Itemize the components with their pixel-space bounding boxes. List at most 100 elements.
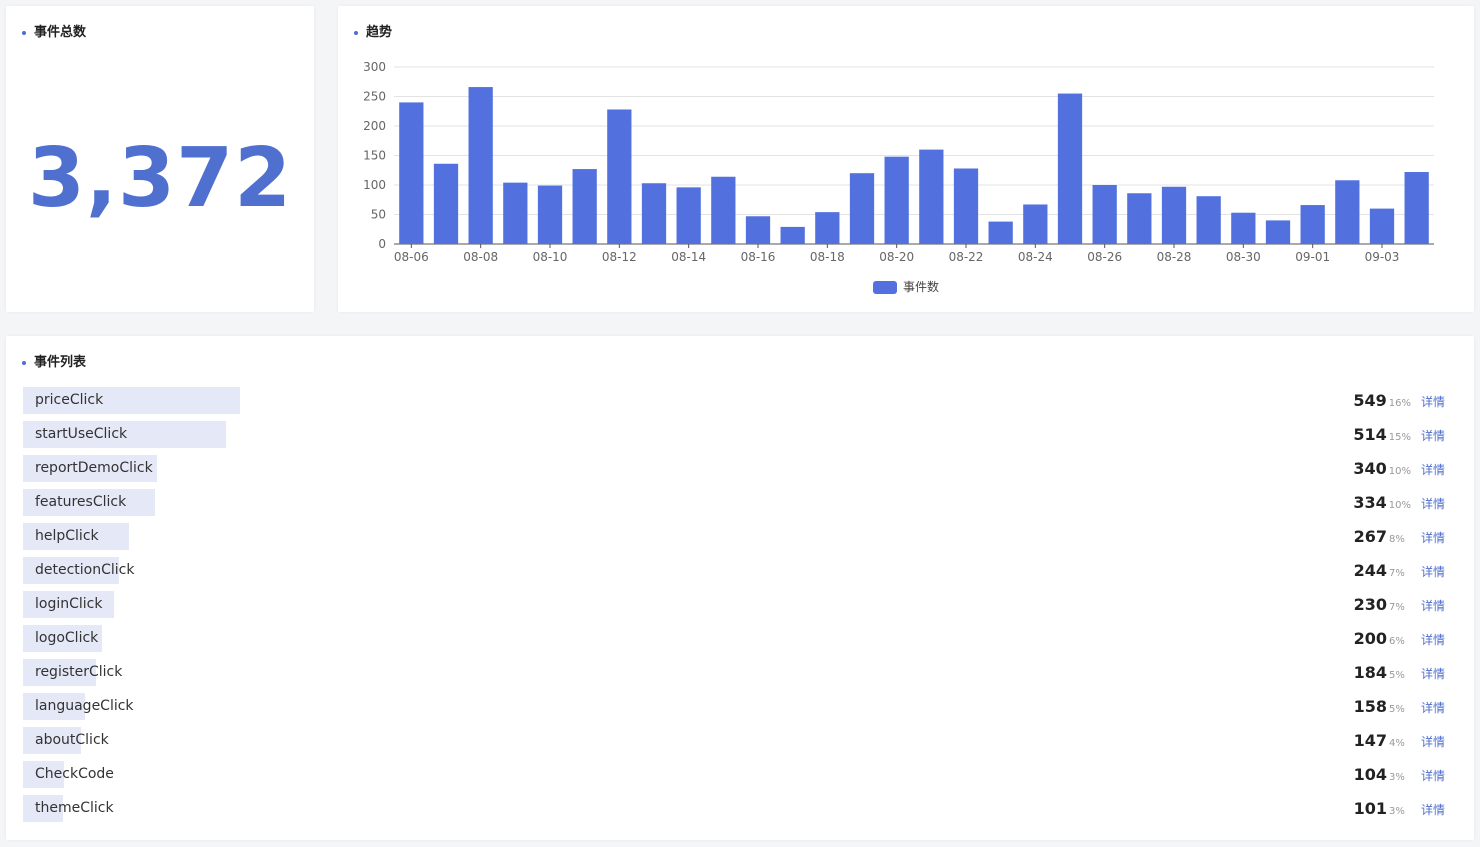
event-detail-link[interactable]: 详情 — [1421, 429, 1445, 443]
bar[interactable] — [1161, 186, 1187, 244]
event-count: 514 — [1353, 425, 1387, 444]
bar[interactable] — [1092, 185, 1117, 244]
event-percent: 7% — [1388, 568, 1405, 579]
event-detail-link[interactable]: 详情 — [1421, 735, 1445, 749]
event-row-stats: 244 7% 详情 — [1354, 555, 1445, 589]
bar[interactable] — [1404, 172, 1429, 244]
event-detail-link[interactable]: 详情 — [1421, 531, 1445, 545]
event-row-stats: 514 15% 详情 — [1353, 419, 1445, 453]
event-name: helpClick — [35, 528, 99, 544]
event-percent: 5% — [1388, 670, 1405, 681]
bar[interactable] — [1300, 205, 1325, 244]
x-tick-label: 08-10 — [533, 250, 568, 264]
event-detail-link[interactable]: 详情 — [1421, 497, 1445, 511]
bar[interactable] — [1127, 193, 1152, 244]
event-row-stats: 549 16% 详情 — [1353, 385, 1445, 419]
total-events-value: 3,372 — [27, 131, 293, 226]
event-row-stats: 200 6% 详情 — [1354, 623, 1445, 657]
event-count: 104 — [1353, 765, 1387, 784]
bar[interactable] — [745, 216, 771, 244]
bar[interactable] — [1023, 204, 1048, 244]
bar[interactable] — [676, 187, 701, 244]
event-name: detectionClick — [35, 562, 135, 578]
event-list: priceClick 549 16% 详情 startUseClick 514 15% 详情 r… — [23, 385, 1457, 827]
event-percent: 6% — [1388, 636, 1405, 647]
y-tick-label: 200 — [363, 119, 386, 133]
event-name: logoClick — [35, 630, 99, 646]
bar[interactable] — [468, 87, 493, 244]
x-tick-label: 08-22 — [949, 250, 984, 264]
event-detail-link[interactable]: 详情 — [1421, 769, 1445, 783]
bar[interactable] — [1196, 196, 1221, 244]
trend-chart[interactable]: 0 50 100 150 200 250 300 08-06 08-08 08-10 08-12 08… — [338, 6, 1474, 312]
event-percent: 3% — [1388, 806, 1405, 817]
x-tick-label: 08-08 — [463, 250, 498, 264]
event-name: aboutClick — [35, 732, 109, 748]
y-tick-label: 0 — [378, 237, 386, 251]
x-tick-label: 08-30 — [1226, 250, 1261, 264]
event-percent: 10% — [1388, 500, 1411, 511]
event-percent: 7% — [1388, 602, 1405, 613]
bar[interactable] — [1265, 220, 1291, 244]
event-name: registerClick — [35, 664, 123, 680]
event-detail-link[interactable]: 详情 — [1421, 395, 1445, 409]
event-percent: 16% — [1388, 398, 1411, 409]
bar[interactable] — [988, 221, 1013, 244]
event-list-card: 事件列表 priceClick 549 16% 详情 startUseClick 514 1… — [6, 336, 1474, 840]
event-detail-link[interactable]: 详情 — [1421, 667, 1445, 681]
x-tick-label: 08-28 — [1157, 250, 1192, 264]
x-tick-label: 08-26 — [1087, 250, 1122, 264]
y-tick-label: 100 — [363, 178, 386, 192]
x-tick-label: 08-06 — [394, 250, 429, 264]
event-detail-link[interactable]: 详情 — [1421, 599, 1445, 613]
event-percent: 15% — [1388, 432, 1411, 443]
bar[interactable] — [607, 109, 632, 244]
event-count: 230 — [1353, 595, 1387, 614]
event-detail-link[interactable]: 详情 — [1421, 463, 1445, 477]
bar[interactable] — [1369, 208, 1395, 244]
event-detail-link[interactable]: 详情 — [1421, 565, 1445, 579]
event-percent: 10% — [1388, 466, 1411, 477]
event-row: loginClick 230 7% 详情 — [23, 589, 1457, 623]
bar[interactable] — [641, 183, 667, 244]
bar[interactable] — [537, 185, 563, 244]
event-count: 244 — [1353, 561, 1387, 580]
event-detail-link[interactable]: 详情 — [1421, 633, 1445, 647]
bar[interactable] — [572, 169, 597, 244]
bar[interactable] — [1335, 180, 1360, 244]
x-tick-label: 08-12 — [602, 250, 637, 264]
event-row: languageClick 158 5% 详情 — [23, 691, 1457, 725]
bar[interactable] — [711, 176, 736, 244]
event-row: priceClick 549 16% 详情 — [23, 385, 1457, 419]
event-count: 147 — [1353, 731, 1387, 750]
event-list-title: 事件列表 — [22, 355, 86, 371]
bar[interactable] — [815, 212, 840, 244]
event-row-stats: 184 5% 详情 — [1354, 657, 1445, 691]
bar[interactable] — [884, 156, 909, 244]
y-tick-label: 250 — [363, 90, 386, 104]
event-count: 334 — [1353, 493, 1387, 512]
bar[interactable] — [780, 226, 805, 244]
event-name: loginClick — [35, 596, 103, 612]
bar[interactable] — [849, 173, 875, 244]
x-tick-label: 08-20 — [879, 250, 914, 264]
bar[interactable] — [919, 149, 944, 244]
event-row: startUseClick 514 15% 详情 — [23, 419, 1457, 453]
bar[interactable] — [433, 163, 459, 244]
event-name: priceClick — [35, 392, 104, 408]
x-tick-label: 08-24 — [1018, 250, 1053, 264]
event-row: helpClick 267 8% 详情 — [23, 521, 1457, 555]
bar[interactable] — [953, 168, 979, 244]
event-detail-link[interactable]: 详情 — [1421, 701, 1445, 715]
bar[interactable] — [399, 102, 424, 245]
chart-legend[interactable]: 事件数 — [873, 279, 939, 294]
event-count: 101 — [1353, 799, 1387, 818]
event-percent: 4% — [1388, 738, 1405, 749]
bar[interactable] — [503, 182, 528, 244]
event-name: CheckCode — [35, 766, 114, 782]
bar[interactable] — [1057, 93, 1083, 244]
event-row-stats: 158 5% 详情 — [1354, 691, 1445, 725]
bar[interactable] — [1231, 212, 1256, 244]
event-count: 200 — [1353, 629, 1387, 648]
event-detail-link[interactable]: 详情 — [1421, 803, 1445, 817]
